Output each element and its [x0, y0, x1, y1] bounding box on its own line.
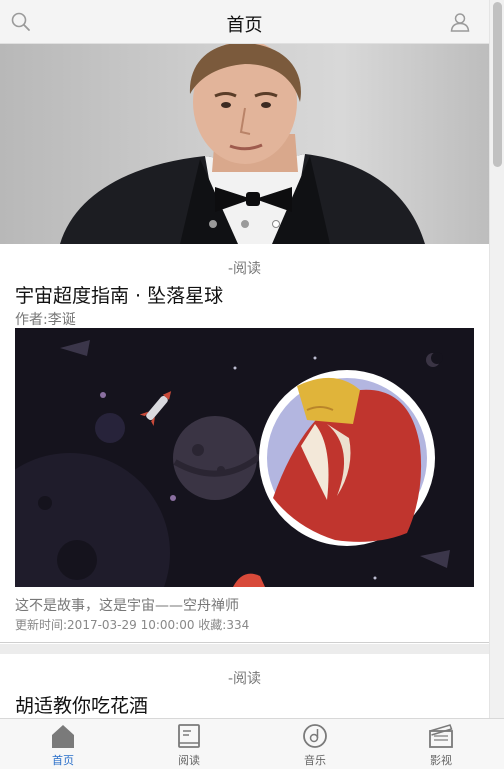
tab-film[interactable]: 影视 — [378, 719, 504, 769]
film-icon — [429, 724, 453, 748]
tab-label: 首页 — [52, 754, 74, 767]
article-cover-image[interactable] — [15, 328, 474, 587]
home-icon — [52, 725, 74, 748]
book-icon — [178, 724, 200, 748]
carousel-dot-active[interactable] — [271, 220, 280, 228]
tab-label: 阅读 — [178, 754, 200, 767]
article-title[interactable]: 宇宙超度指南 · 坠落星球 — [0, 281, 223, 308]
article-category: -阅读 — [227, 671, 262, 687]
page-title: 首页 — [226, 15, 263, 36]
article-card[interactable]: -阅读 宇宙超度指南 · 坠落星球 作者:李诞 这不是故事，这是宇宙——空舟禅师… — [0, 244, 489, 643]
top-navigation-bar: 首页 — [0, 0, 489, 44]
tab-music[interactable]: 音乐 — [252, 719, 378, 769]
tab-label: 影视 — [430, 754, 452, 767]
article-author: 作者:李诞 — [15, 312, 76, 328]
article-card[interactable]: -阅读 胡适教你吃花酒 — [0, 654, 489, 718]
tab-label: 音乐 — [304, 754, 326, 767]
bottom-tab-bar: 首页 阅读 音乐 影视 — [0, 718, 504, 769]
carousel-dot[interactable] — [240, 220, 249, 228]
scrollbar-thumb[interactable] — [493, 2, 502, 167]
tab-home[interactable]: 首页 — [0, 719, 126, 769]
music-disc-icon — [303, 724, 327, 748]
carousel-indicators — [0, 213, 489, 232]
banner-carousel[interactable] — [0, 44, 489, 244]
article-meta: 更新时间:2017-03-29 10:00:00 收藏:334 — [15, 618, 250, 632]
article-category: -阅读 — [227, 261, 262, 277]
section-divider — [0, 644, 489, 654]
tab-reading[interactable]: 阅读 — [126, 719, 252, 769]
article-summary: 这不是故事，这是宇宙——空舟禅师 — [15, 598, 239, 614]
article-title[interactable]: 胡适教你吃花酒 — [0, 691, 148, 718]
user-icon[interactable] — [449, 11, 471, 33]
carousel-dot[interactable] — [209, 220, 218, 228]
scrollbar[interactable] — [489, 0, 504, 718]
